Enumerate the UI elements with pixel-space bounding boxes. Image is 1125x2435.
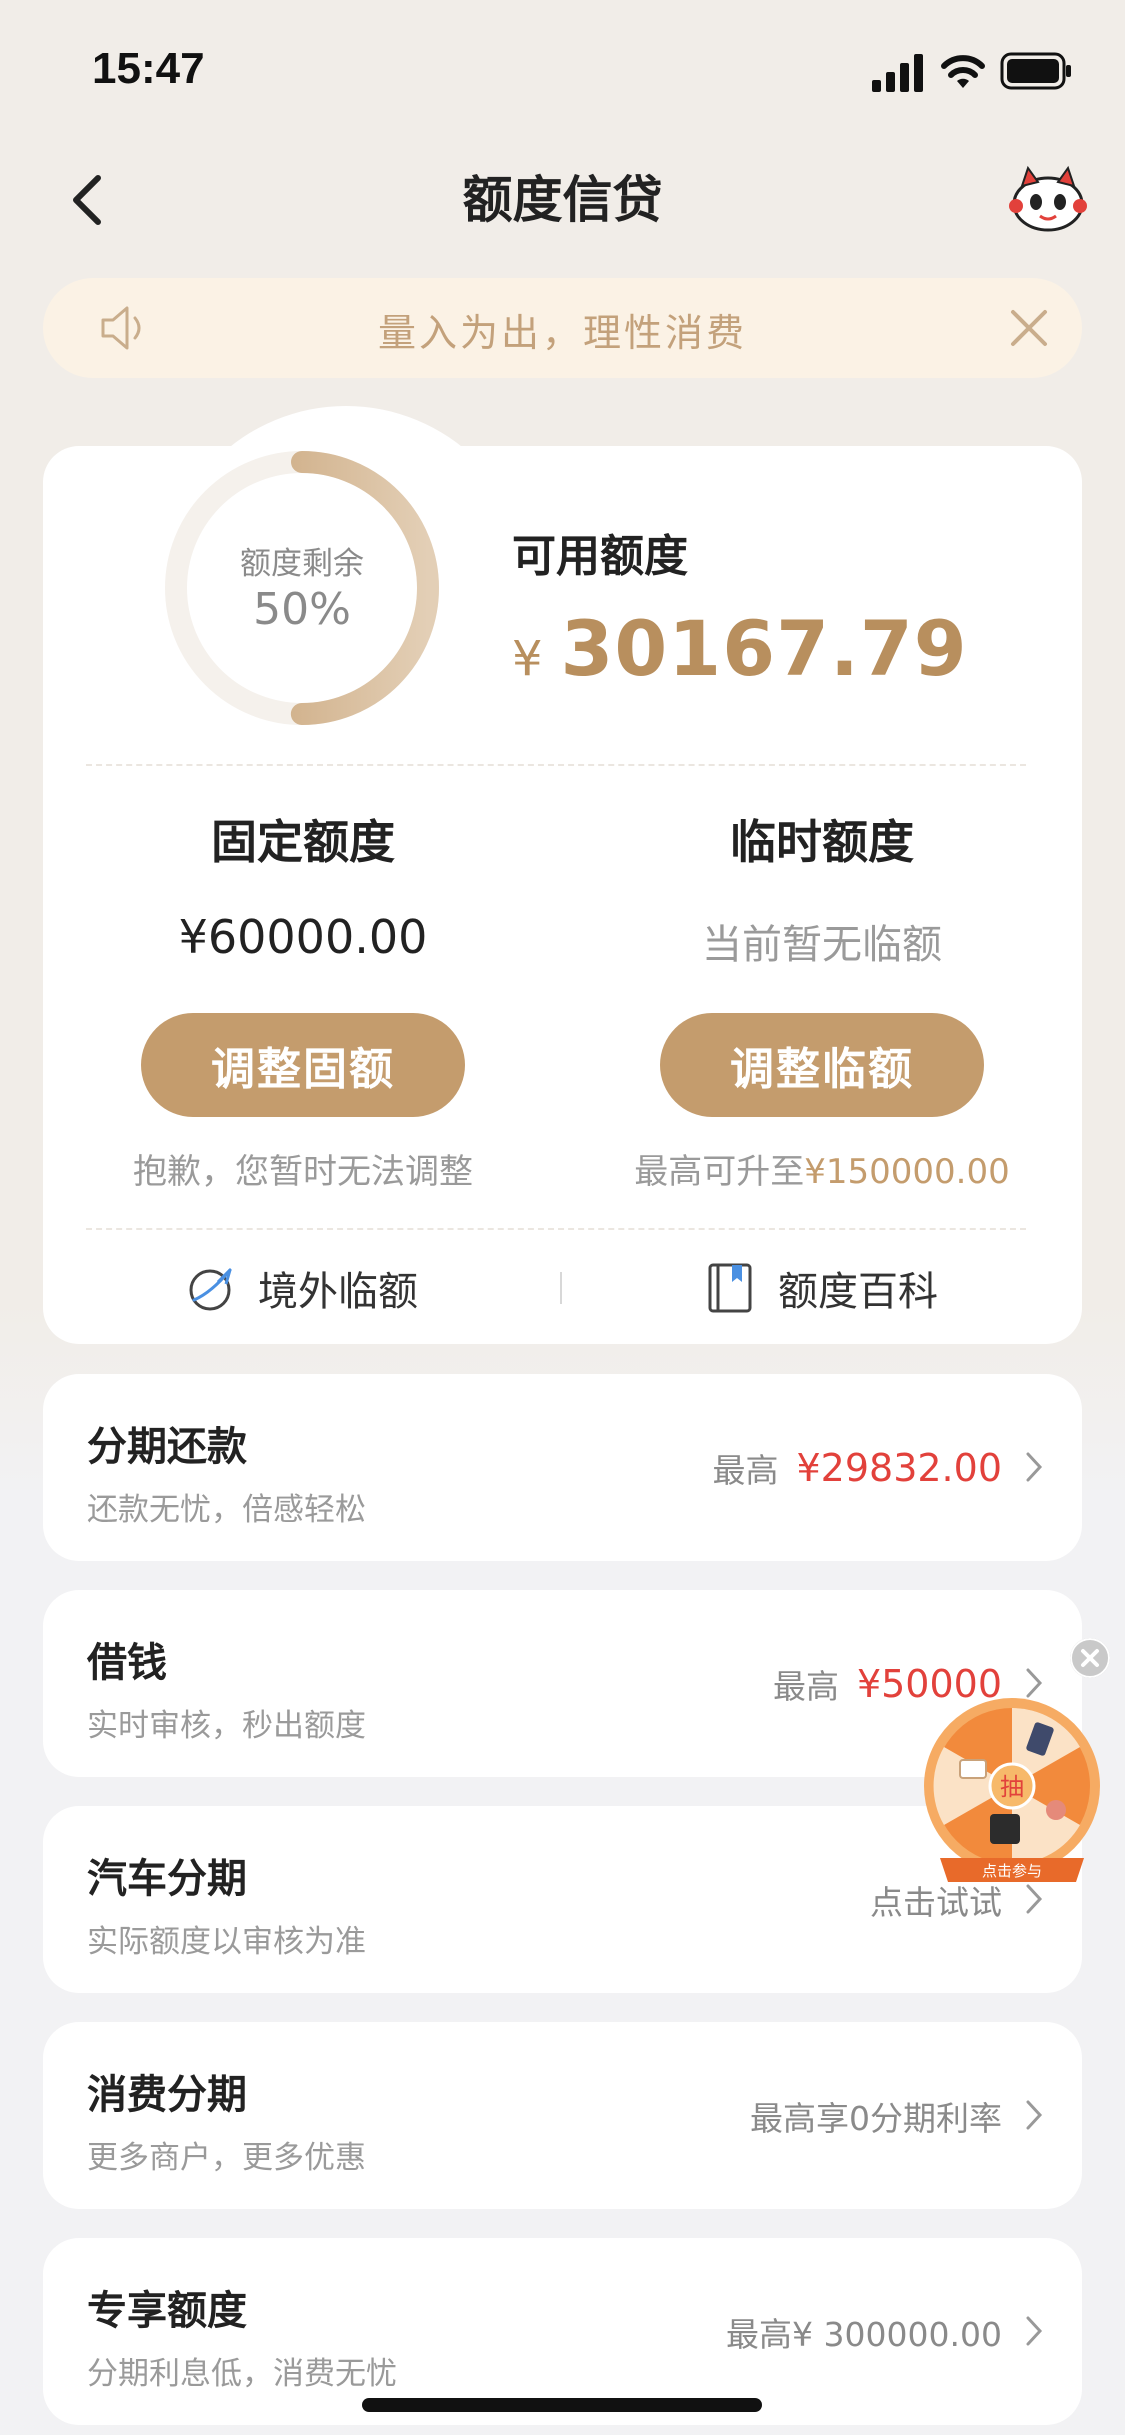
battery-icon [1000,52,1071,90]
card-action-text: 最高享0分期利率 [750,2098,1002,2138]
ring-label: 额度剩余 [240,546,364,582]
card-subtitle: 实际额度以审核为准 [87,1924,366,1960]
chevron-right-icon [1026,2100,1043,2130]
temp-credit-note: 最高可升至¥150000.00 [562,1144,1082,1193]
lottery-caption: 点击参与 [982,1862,1042,1880]
fixed-credit-value: ¥60000.00 [178,910,428,964]
card-subtitle: 还款无忧，倍感轻松 [87,1492,366,1528]
fixed-credit-note: 抱歉，您暂时无法调整 [133,1152,473,1192]
lottery-center-label: 抽 [1000,1773,1024,1801]
temp-note-prefix: 最高可升至 [634,1152,805,1192]
globe-plane-icon [189,1268,232,1311]
adjust-fixed-credit-button[interactable]: 调整固额 [141,1013,465,1117]
card-action-text: 最高¥ 300000.00 [726,2314,1002,2354]
temp-credit-title: 临时额度 [730,815,914,869]
ring-percentage: 50% [253,584,351,635]
card-title: 汽车分期 [87,1856,247,1902]
wifi-icon [941,55,985,88]
card-subtitle: 实时审核，秒出额度 [87,1708,366,1744]
credit-wiki-link[interactable]: 额度百科 [706,1256,938,1320]
currency-symbol: ¥ [512,631,543,687]
consumer-installment-card[interactable]: 消费分期 更多商户，更多优惠 最高享0分期利率 [43,2022,1082,2209]
book-icon [708,1263,752,1313]
overseas-link-label: 境外临额 [258,1269,418,1315]
max-amount: ¥29832.00 [796,1445,1003,1490]
dashed-divider [86,764,1026,766]
card-title: 借钱 [87,1640,167,1686]
adjust-temp-credit-button[interactable]: 调整临额 [660,1013,984,1117]
status-time: 15:47 [92,44,205,93]
notice-bar: 量入为出，理性消费 [43,278,1082,378]
card-value: 最高享0分期利率 [750,2022,1002,2209]
close-float-icon[interactable] [1070,1638,1110,1678]
page-title: 额度信贷 [462,171,663,229]
card-subtitle: 更多商户，更多优惠 [87,2140,366,2176]
available-amount-value: 30167.79 [560,604,968,693]
overseas-temp-credit-link[interactable]: 境外临额 [186,1256,418,1320]
exclusive-credit-card[interactable]: 专享额度 分期利息低，消费无忧 最高¥ 300000.00 [43,2238,1082,2425]
card-title: 分期还款 [87,1424,247,1470]
home-indicator [362,2398,762,2412]
temp-note-amount: ¥150000.00 [804,1152,1010,1192]
chevron-right-icon [1026,1452,1043,1482]
notice-text: 量入为出，理性消费 [377,311,747,355]
card-value: 最高 ¥29832.00 [713,1374,1003,1561]
lottery-wheel-button[interactable]: 抽 点击参与 [920,1694,1104,1892]
temp-credit-value: 当前暂无临额 [702,922,942,968]
max-prefix: 最高 [712,1450,779,1490]
card-title: 专享额度 [87,2288,247,2334]
max-prefix: 最高 [772,1666,839,1706]
card-title: 消费分期 [87,2072,247,2118]
card-subtitle: 分期利息低，消费无忧 [87,2356,397,2392]
dashed-divider [86,1228,1026,1230]
available-credit-label: 可用额度 [512,531,688,582]
close-icon[interactable] [1007,306,1051,350]
fixed-credit-title: 固定额度 [211,815,395,869]
installment-repayment-card[interactable]: 分期还款 还款无忧，倍感轻松 最高 ¥29832.00 [43,1374,1082,1561]
vertical-divider [560,1272,562,1304]
mascot-assistant-icon[interactable] [1008,164,1088,232]
cellular-signal-icon [872,54,923,92]
card-value: 最高¥ 300000.00 [726,2238,1002,2425]
wiki-link-label: 额度百科 [778,1269,938,1315]
chevron-right-icon [1026,2316,1043,2346]
available-credit-amount: ¥30167.79 [512,604,968,693]
